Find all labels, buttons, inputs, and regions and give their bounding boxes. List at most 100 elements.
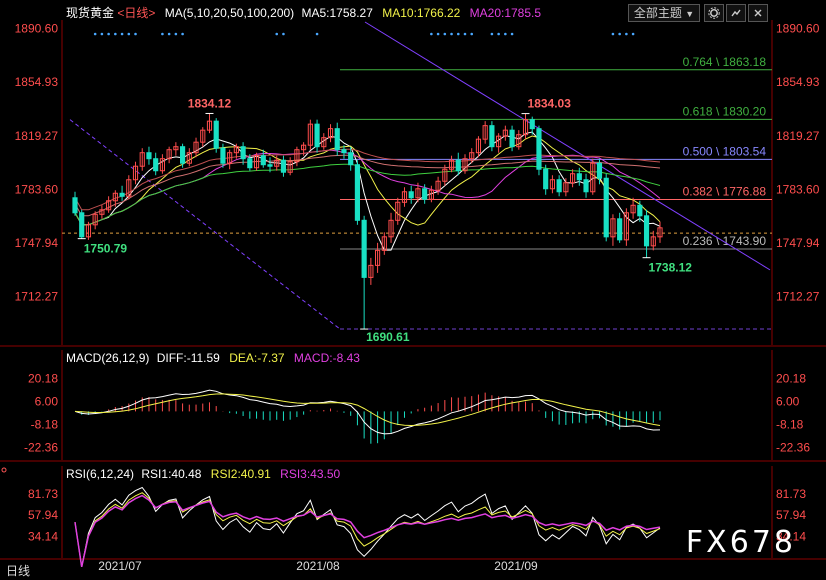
candle-body bbox=[334, 128, 340, 151]
signal-dot bbox=[456, 32, 460, 36]
rsi1-line bbox=[74, 486, 661, 567]
candle-body bbox=[596, 162, 603, 179]
macd-tick-left: 20.18 bbox=[28, 372, 58, 386]
macd-tick-left: -8.18 bbox=[31, 418, 59, 432]
signal-dot bbox=[282, 32, 285, 36]
candle-body bbox=[267, 164, 273, 167]
rsi-tick-right: 57.94 bbox=[776, 508, 806, 522]
fib-level-label: 0.500 \ 1803.54 bbox=[683, 144, 767, 158]
date-tick: 2021/09 bbox=[494, 559, 538, 573]
candle-body bbox=[543, 168, 549, 190]
rsi-tick-left: 81.73 bbox=[28, 487, 58, 501]
candle-body bbox=[422, 188, 428, 200]
price-annotation: 1834.03 bbox=[528, 97, 572, 111]
candle-body bbox=[603, 177, 609, 238]
watermark-logo: FX678 bbox=[685, 525, 796, 560]
period-tab-button[interactable]: 日线 bbox=[6, 562, 30, 579]
candle-body bbox=[361, 219, 367, 278]
candle-body bbox=[576, 173, 582, 181]
candle-body bbox=[280, 159, 287, 173]
price-tick-left: 1783.60 bbox=[15, 182, 59, 196]
signal-dot bbox=[510, 32, 514, 36]
period-label[interactable]: <日线> bbox=[117, 6, 155, 20]
candle-body bbox=[341, 149, 347, 154]
signal-dot bbox=[470, 32, 474, 36]
candle-body bbox=[556, 179, 562, 193]
macd-value: MACD:-8.43 bbox=[293, 351, 360, 365]
price-annotation: 1738.12 bbox=[649, 261, 693, 275]
signal-dot bbox=[100, 32, 104, 36]
signal-dot bbox=[93, 32, 97, 36]
candle-body bbox=[180, 146, 186, 164]
candle-body bbox=[119, 192, 125, 197]
price-tick-right: 1890.60 bbox=[776, 22, 820, 36]
candle-body bbox=[509, 129, 515, 148]
ma5-value: MA5:1758.27 bbox=[301, 6, 373, 20]
ma10-value: MA10:1766.22 bbox=[382, 6, 461, 20]
macd-dea: DEA:-7.37 bbox=[229, 351, 285, 365]
signal-dot bbox=[450, 32, 453, 36]
candle-body bbox=[455, 159, 461, 172]
rsi3-line bbox=[74, 494, 661, 568]
fib-level-label: 0.382 \ 1776.88 bbox=[683, 184, 767, 198]
ma-label: MA(5,10,20,50,100,200) bbox=[164, 6, 295, 20]
signal-dot bbox=[167, 32, 171, 36]
signal-dot bbox=[625, 32, 628, 36]
macd-tick-left: 6.00 bbox=[35, 395, 59, 409]
rsi-tick-left: 57.94 bbox=[28, 508, 58, 522]
signal-dot bbox=[504, 32, 507, 36]
signal-dot bbox=[107, 32, 110, 36]
macd-diff-line bbox=[74, 389, 661, 435]
signal-dot bbox=[463, 32, 467, 36]
macd-tick-right: 20.18 bbox=[776, 372, 806, 386]
candle-body bbox=[146, 152, 152, 160]
signal-dot bbox=[611, 32, 615, 36]
date-tick: 2021/07 bbox=[98, 559, 142, 573]
candle-body bbox=[79, 212, 85, 238]
candle-body bbox=[260, 155, 266, 166]
compare-icon[interactable] bbox=[726, 4, 746, 22]
macd-tick-right: 6.00 bbox=[776, 395, 800, 409]
theme-menu-button[interactable]: 全部主题 ▼ bbox=[628, 4, 700, 22]
candle-body bbox=[348, 152, 354, 166]
candle-body bbox=[240, 146, 246, 160]
candle-body bbox=[354, 164, 360, 221]
candle-body bbox=[536, 128, 542, 170]
fib-level-label: 0.236 \ 1743.90 bbox=[683, 234, 767, 248]
macd-tick-left: -22.36 bbox=[24, 441, 58, 455]
candle-body bbox=[529, 119, 535, 130]
macd-tick-right: -8.18 bbox=[776, 418, 804, 432]
price-tick-left: 1854.93 bbox=[15, 75, 59, 89]
price-tick-right: 1854.93 bbox=[776, 75, 820, 89]
macd-tick-right: -22.36 bbox=[776, 441, 810, 455]
price-annotation: 1690.61 bbox=[366, 330, 410, 344]
candle-body bbox=[408, 191, 414, 199]
candle-body bbox=[220, 147, 226, 164]
price-tick-right: 1712.27 bbox=[776, 290, 820, 304]
signal-dot bbox=[181, 32, 184, 36]
pane-marker-icon bbox=[1, 467, 7, 473]
price-tick-right: 1783.60 bbox=[776, 182, 820, 196]
price-tick-left: 1712.27 bbox=[15, 290, 59, 304]
candle-body bbox=[153, 158, 159, 172]
signal-dot bbox=[127, 32, 131, 36]
close-icon[interactable] bbox=[748, 4, 768, 22]
signal-dot bbox=[490, 32, 494, 36]
price-tick-right: 1819.27 bbox=[776, 129, 820, 143]
candle-body bbox=[314, 123, 320, 148]
signal-dot bbox=[174, 32, 178, 36]
signal-dot bbox=[497, 32, 500, 36]
candle-body bbox=[247, 158, 253, 169]
candle-body bbox=[643, 215, 650, 247]
price-tick-left: 1890.60 bbox=[15, 22, 59, 36]
signal-dot bbox=[114, 32, 117, 36]
rsi-tick-right: 81.73 bbox=[776, 487, 806, 501]
price-annotation: 1834.12 bbox=[188, 96, 232, 110]
signal-dot bbox=[430, 32, 433, 36]
fib-level-label: 0.618 \ 1830.20 bbox=[683, 104, 767, 118]
signal-dot bbox=[618, 32, 621, 36]
fib-level-label: 0.764 \ 1863.18 bbox=[683, 55, 767, 69]
rsi3-value: RSI3:43.50 bbox=[280, 467, 341, 481]
settings-icon[interactable] bbox=[704, 4, 724, 22]
rsi2-value: RSI2:40.91 bbox=[210, 467, 271, 481]
